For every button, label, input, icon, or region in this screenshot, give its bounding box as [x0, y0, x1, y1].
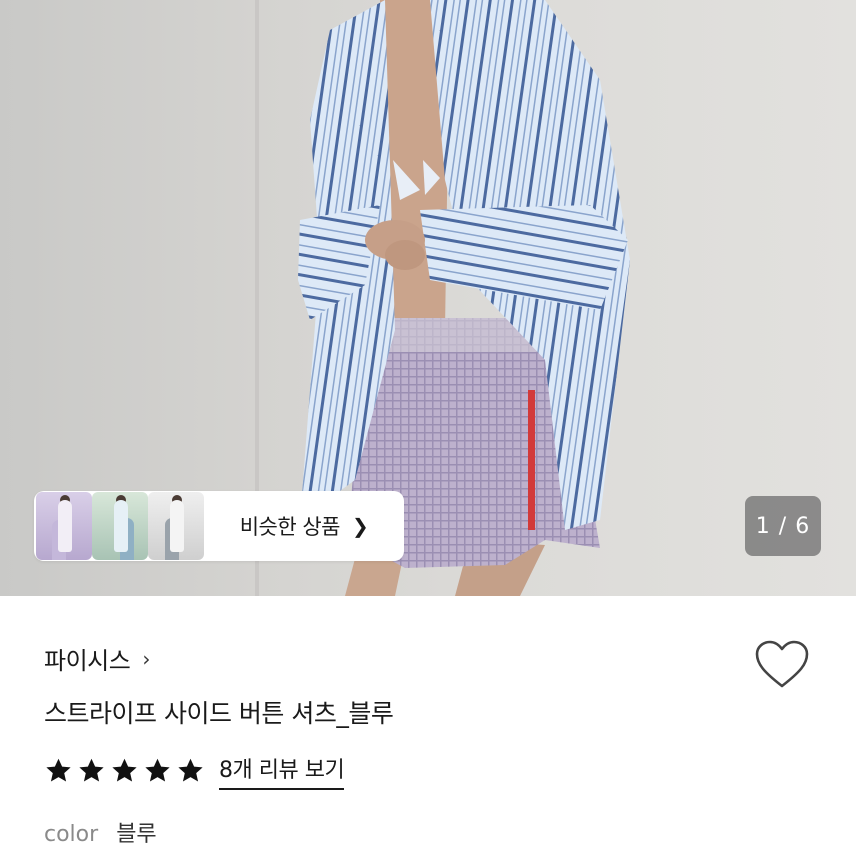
brand-link[interactable]: 파이시스 ›: [44, 641, 150, 676]
similar-products-button[interactable]: 비슷한 상품 ❯: [34, 491, 404, 561]
chevron-right-icon: ›: [142, 646, 151, 671]
similar-thumbnail-1[interactable]: [36, 492, 92, 560]
similar-products-label-wrap: 비슷한 상품 ❯: [204, 511, 404, 541]
image-counter: 1 / 6: [745, 496, 821, 556]
star-icon: [178, 758, 203, 782]
rating-stars: [44, 757, 209, 785]
similar-products-label: 비슷한 상품: [239, 515, 341, 539]
heart-icon[interactable]: [754, 640, 810, 690]
rating-row: 8개 리뷰 보기: [44, 752, 345, 790]
thumbnail-figure: [170, 500, 184, 552]
similar-thumbnail-2[interactable]: [92, 492, 148, 560]
brand-name: 파이시스: [44, 647, 131, 675]
star-icon: [46, 758, 71, 782]
thumbnail-figure: [114, 500, 128, 552]
star-icon: [79, 758, 104, 782]
review-link[interactable]: 8개 리뷰 보기: [219, 752, 345, 790]
color-value: 블루: [116, 822, 157, 847]
color-option-row: color 블루: [44, 816, 157, 848]
chevron-right-icon: ❯: [352, 514, 369, 538]
thumbnail-figure: [58, 500, 72, 552]
color-label: color: [44, 822, 99, 847]
product-title: 스트라이프 사이드 버튼 셔츠_블루: [44, 699, 394, 728]
star-icon: [145, 758, 170, 782]
similar-thumbnail-3[interactable]: [148, 492, 204, 560]
star-icon: [112, 758, 137, 782]
product-image[interactable]: 비슷한 상품 ❯ 1 / 6: [0, 0, 856, 596]
